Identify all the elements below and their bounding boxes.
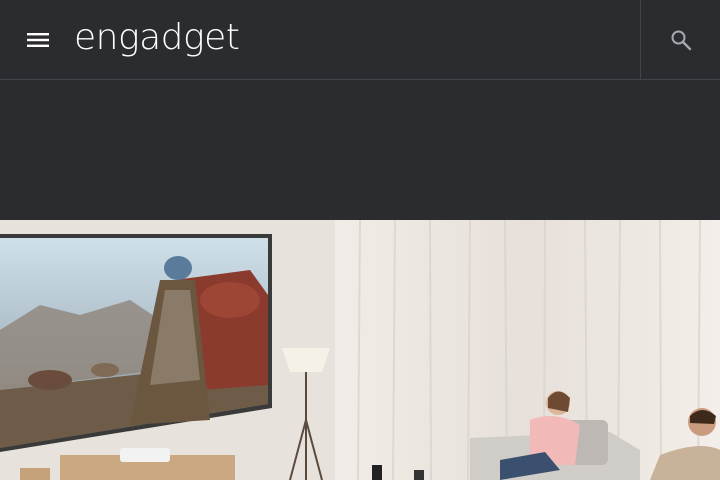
hero-illustration — [0, 220, 720, 480]
hamburger-menu-icon — [27, 33, 49, 47]
ad-slot — [0, 80, 720, 220]
search-button[interactable] — [640, 0, 720, 79]
hero-image — [0, 220, 720, 480]
logo-text: engadget — [74, 17, 240, 58]
search-icon — [671, 30, 691, 50]
floor-lamp — [282, 348, 330, 372]
engadget-logo[interactable]: engadget — [74, 17, 240, 58]
menu-button[interactable] — [18, 22, 58, 58]
site-header: engadget — [0, 0, 720, 80]
